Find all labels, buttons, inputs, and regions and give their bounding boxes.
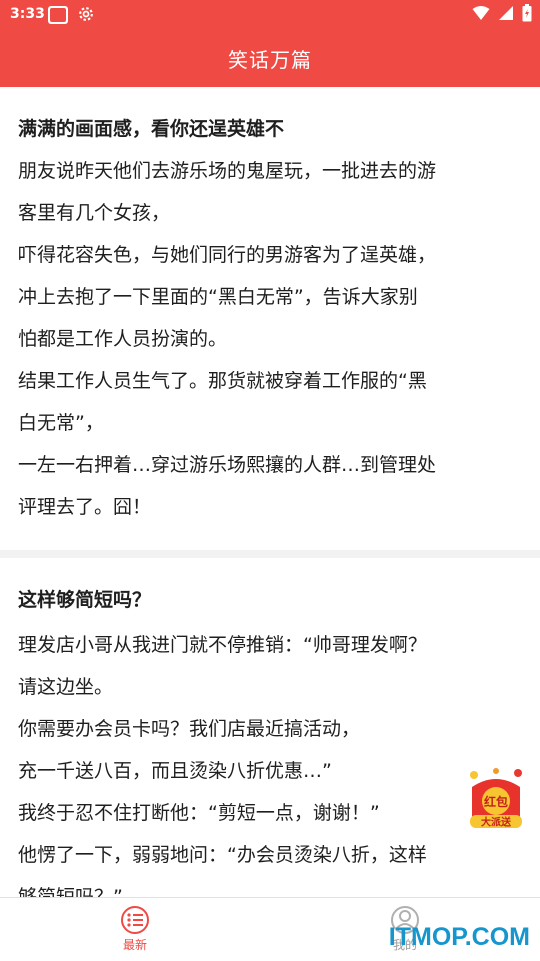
joke-line: 白无常”， — [18, 412, 104, 434]
joke-line: 他愣了一下，弱弱地问：“办会员烫染八折，这样 — [18, 844, 427, 866]
joke-line: 充一千送八百，而且烫染八折优惠…” — [18, 760, 332, 782]
joke-line: 冲上去抱了一下里面的“黑白无常”，告诉大家别 — [18, 286, 418, 308]
list-icon — [121, 906, 149, 934]
joke-title: 这样够简短吗？ — [18, 589, 152, 611]
notification-app-icon — [48, 6, 68, 24]
status-time: 3:33 — [10, 6, 45, 22]
joke-line: 评理去了。囧！ — [18, 496, 152, 518]
joke-line: 你需要办会员卡吗？我们店最近搞活动， — [18, 718, 361, 740]
joke-line: 朋友说昨天他们去游乐场的鬼屋玩，一批进去的游 — [18, 160, 437, 182]
wifi-icon — [472, 6, 490, 20]
joke-line: 怕都是工作人员扮演的。 — [18, 328, 228, 350]
app-header: 3:33 笑话万篇 — [0, 0, 540, 87]
joke-feed[interactable]: 满满的画面感，看你还逞英雄不 朋友说昨天他们去游乐场的鬼屋玩，一批进去的游 客里… — [0, 87, 540, 897]
battery-icon — [522, 4, 532, 22]
joke-card[interactable]: 满满的画面感，看你还逞英雄不 朋友说昨天他们去游乐场的鬼屋玩，一批进去的游 客里… — [0, 87, 540, 550]
joke-line: 结果工作人员生气了。那货就被穿着工作服的“黑 — [18, 370, 427, 392]
joke-line: 一左一右押着…穿过游乐场熙攘的人群…到管理处 — [18, 454, 437, 476]
promo-badge-line2: 大派送 — [481, 816, 512, 829]
settings-gear-icon — [79, 7, 93, 21]
joke-line: 请这边坐。 — [18, 676, 114, 698]
joke-line: 我终于忍不住打断他：“剪短一点，谢谢！” — [18, 802, 380, 824]
signal-icon — [499, 6, 513, 20]
page-title: 笑话万篇 — [228, 48, 312, 72]
joke-title: 满满的画面感，看你还逞英雄不 — [18, 118, 285, 140]
nav-latest[interactable]: 最新 — [95, 904, 175, 953]
joke-line: 吓得花容失色，与她们同行的男游客为了逞英雄， — [18, 244, 437, 266]
joke-line: 理发店小哥从我进门就不停推销：“帅哥理发啊？ — [18, 634, 427, 656]
joke-card[interactable]: 这样够简短吗？ 理发店小哥从我进门就不停推销：“帅哥理发啊？ 请这边坐。 你需要… — [0, 558, 540, 897]
promo-badge-line1: 红包 — [484, 794, 508, 809]
joke-line: 客里有几个女孩， — [18, 202, 171, 224]
joke-line: 够简短吗？” — [18, 886, 123, 897]
red-packet-promo-icon[interactable]: 红包 大派送 — [466, 765, 526, 831]
nav-latest-label: 最新 — [122, 938, 147, 952]
site-watermark: ITMOP.COM — [388, 923, 530, 951]
